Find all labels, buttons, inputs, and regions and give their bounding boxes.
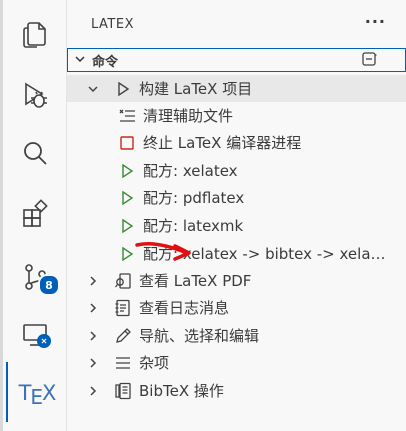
stop-icon [117, 133, 137, 153]
chevron-right-icon [85, 302, 101, 314]
latex-sidebar: LATEX ··· 命令 构建 LaTeX 项目 清理辅助文件 终止 LaTeX… [67, 0, 406, 431]
play-icon [113, 79, 133, 99]
tree-item-label: 终止 LaTeX 编译器进程 [143, 134, 302, 152]
tree-item-label: 配方: latexmk [143, 217, 244, 235]
tree-item-view-pdf[interactable]: 查看 LaTeX PDF [67, 267, 406, 294]
source-control-badge: 8 [38, 274, 60, 296]
tree-item-label: 清理辅助文件 [143, 107, 234, 125]
extensions-icon[interactable] [18, 197, 52, 231]
tree-item-navigate-edit[interactable]: 导航、选择和编辑 [67, 322, 406, 349]
tree-item-label: 构建 LaTeX 项目 [139, 80, 253, 98]
tree-item-bibtex[interactable]: BibTeX 操作 [67, 377, 406, 404]
play-green-icon [117, 244, 137, 264]
tree-item-label: 杂项 [139, 354, 170, 372]
chevron-right-icon [85, 385, 101, 397]
tree-item-clean[interactable]: 清理辅助文件 [67, 102, 406, 129]
annotation-arrow-icon [135, 241, 191, 261]
tex-logo-x: X [42, 381, 56, 405]
tree-item-label: 查看 LaTeX PDF [139, 272, 252, 290]
tree-item-label: 查看日志消息 [139, 299, 230, 317]
tree-item-label: BibTeX 操作 [139, 382, 224, 400]
tex-icon[interactable]: TEX [18, 376, 57, 410]
commands-section-header[interactable]: 命令 [67, 48, 406, 72]
tree-item-recipe-xelatex-bibtex[interactable]: 配方: xelatex -> bibtex -> xelat... [67, 240, 406, 267]
tree-item-label: 配方: pdflatex [143, 189, 245, 207]
search-icon[interactable] [18, 137, 52, 171]
active-view-indicator [6, 362, 8, 422]
tree-item-kill-compiler[interactable]: 终止 LaTeX 编译器进程 [67, 129, 406, 156]
chevron-down-icon [85, 83, 101, 95]
preview-icon [113, 271, 133, 291]
sidebar-title: LATEX [91, 17, 134, 32]
activity-bar: 8 TEX [0, 0, 67, 431]
tree-item-label: 导航、选择和编辑 [139, 327, 260, 345]
tree-item-misc[interactable]: 杂项 [67, 349, 406, 376]
collapse-all-icon[interactable] [361, 52, 377, 66]
explorer-icon[interactable] [18, 17, 52, 51]
remote-status-icon [37, 334, 51, 348]
clean-list-icon [117, 106, 137, 126]
tex-logo-e: E [30, 385, 43, 409]
chevron-right-icon [85, 275, 101, 287]
chevron-right-icon [85, 357, 101, 369]
play-green-icon [117, 216, 137, 236]
chevron-right-icon [85, 330, 101, 342]
window-edge [0, 0, 3, 431]
tree-item-recipe-latexmk[interactable]: 配方: latexmk [67, 212, 406, 239]
tree-item-build-project[interactable]: 构建 LaTeX 项目 [67, 75, 406, 102]
play-green-icon [117, 188, 137, 208]
tree-item-recipe-pdflatex[interactable]: 配方: pdflatex [67, 184, 406, 211]
tree-item-view-log[interactable]: 查看日志消息 [67, 294, 406, 321]
more-actions-button[interactable]: ··· [365, 12, 386, 31]
menu-icon [113, 353, 133, 373]
tree-item-recipe-xelatex[interactable]: 配方: xelatex [67, 157, 406, 184]
run-debug-icon[interactable] [18, 78, 52, 112]
chevron-down-icon [74, 53, 86, 68]
pencil-icon [113, 326, 133, 346]
section-label: 命令 [92, 54, 119, 70]
play-green-icon [117, 161, 137, 181]
tree-item-label: 配方: xelatex [143, 162, 238, 180]
tex-logo-t: T [18, 381, 32, 405]
bibtex-icon [113, 381, 133, 401]
log-icon [113, 298, 133, 318]
